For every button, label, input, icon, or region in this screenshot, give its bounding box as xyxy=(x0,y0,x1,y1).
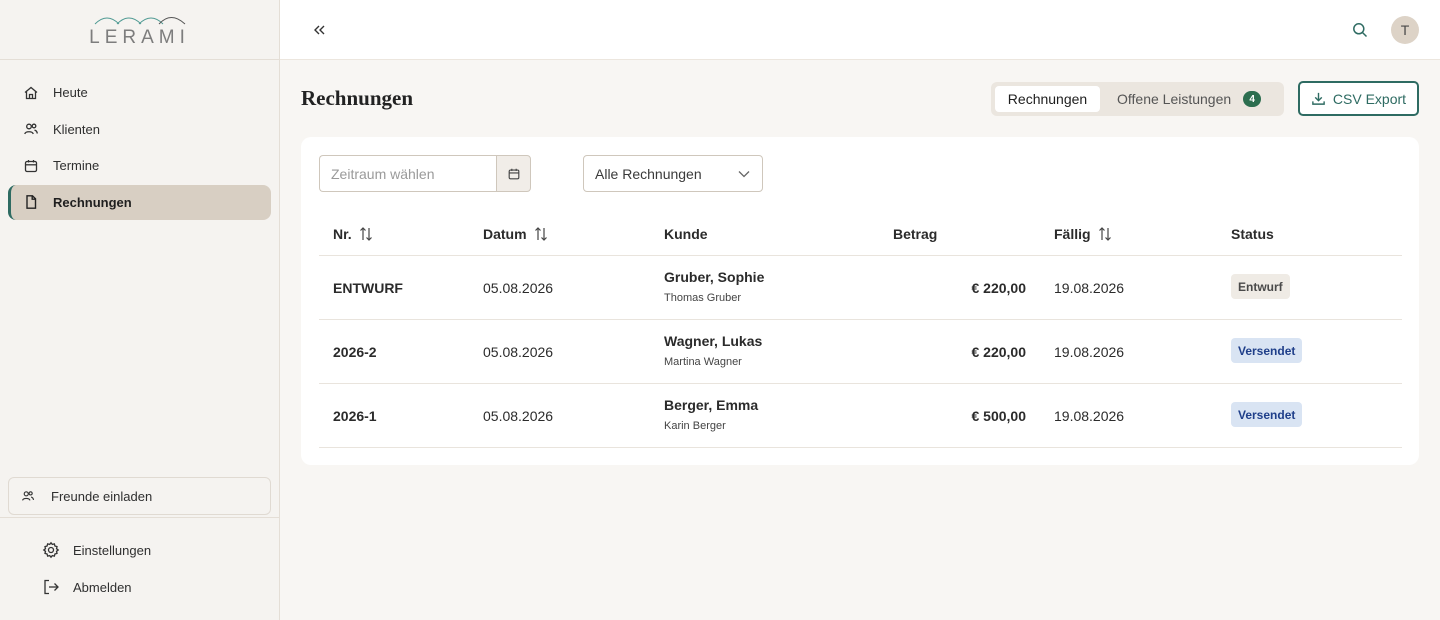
column-header-betrag: Betrag xyxy=(893,226,937,242)
sidebar-nav: Heute Klienten Termine Rechnungen xyxy=(8,75,271,221)
sidebar-item-termine[interactable]: Termine xyxy=(8,148,271,183)
csv-export-button[interactable]: CSV Export xyxy=(1298,81,1419,116)
users-icon xyxy=(21,489,35,503)
tab-label: Rechnungen xyxy=(1007,91,1088,107)
invoice-due-date: 19.08.2026 xyxy=(1054,344,1125,360)
chevron-down-icon xyxy=(738,169,750,179)
table-divider xyxy=(319,255,1402,256)
column-header-nr: Nr. xyxy=(333,226,373,242)
page-title: Rechnungen xyxy=(301,86,414,110)
sidebar-item-label: Klienten xyxy=(53,121,100,137)
column-header-faellig: Fällig xyxy=(1054,226,1112,242)
status-badge: Versendet xyxy=(1231,402,1303,427)
invoice-number: ENTWURF xyxy=(333,280,403,296)
gear-icon xyxy=(42,541,60,559)
topbar: T xyxy=(280,0,1440,60)
home-icon xyxy=(23,85,39,101)
logo[interactable]: LERAMI xyxy=(0,0,279,60)
calendar-picker-button[interactable] xyxy=(496,155,531,192)
calendar-icon xyxy=(23,158,39,174)
count-badge: 4 xyxy=(1243,91,1262,107)
collapse-sidebar-icon[interactable] xyxy=(311,22,327,38)
column-header-kunde: Kunde xyxy=(664,226,708,242)
avatar[interactable]: T xyxy=(1391,16,1419,44)
invoice-date: 05.08.2026 xyxy=(483,408,554,424)
table-divider xyxy=(319,447,1402,448)
column-header-label: Nr. xyxy=(333,226,352,242)
logo-arcs-icon xyxy=(94,17,186,25)
invoice-amount: € 220,00 xyxy=(971,344,1027,360)
invite-friends-label: Freunde einladen xyxy=(51,488,153,504)
sidebar: LERAMI Heute Klienten Termine Rechnungen xyxy=(0,0,280,620)
status-badge: Versendet xyxy=(1231,338,1303,363)
client-name: Wagner, Lukas xyxy=(664,333,763,349)
logout-icon xyxy=(42,578,60,596)
column-header-datum: Datum xyxy=(483,226,548,242)
column-header-label: Fällig xyxy=(1054,226,1091,242)
invoice-filter-value: Alle Rechnungen xyxy=(595,165,702,182)
status-badge: Entwurf xyxy=(1231,274,1290,299)
calendar-icon xyxy=(507,167,521,181)
table-divider xyxy=(319,383,1402,384)
settings-link[interactable]: Einstellungen xyxy=(42,540,151,560)
invoice-amount: € 220,00 xyxy=(971,280,1027,296)
date-range-input[interactable] xyxy=(319,155,496,192)
invoice-filter-select[interactable]: Alle Rechnungen xyxy=(583,155,763,192)
client-name: Gruber, Sophie xyxy=(664,269,765,285)
search-icon[interactable] xyxy=(1351,21,1369,39)
column-header-label: Datum xyxy=(483,226,527,242)
invite-friends-button[interactable]: Freunde einladen xyxy=(8,477,271,515)
sidebar-item-label: Rechnungen xyxy=(53,194,132,210)
sidebar-item-heute[interactable]: Heute xyxy=(8,75,271,110)
invoice-date: 05.08.2026 xyxy=(483,280,554,296)
sort-icon[interactable] xyxy=(359,226,373,242)
table-divider xyxy=(319,319,1402,320)
logout-label: Abmelden xyxy=(73,579,132,595)
tab-offene-leistungen[interactable]: Offene Leistungen 4 xyxy=(1117,86,1262,112)
csv-export-label: CSV Export xyxy=(1332,90,1407,107)
settings-label: Einstellungen xyxy=(73,542,152,558)
sort-icon[interactable] xyxy=(1098,226,1112,242)
column-header-label: Betrag xyxy=(893,226,938,242)
sidebar-item-klienten[interactable]: Klienten xyxy=(8,112,271,147)
view-tabs: Rechnungen Offene Leistungen 4 xyxy=(991,82,1284,116)
invoice-due-date: 19.08.2026 xyxy=(1054,408,1125,424)
sidebar-item-label: Termine xyxy=(53,158,100,173)
sidebar-item-label: Heute xyxy=(53,85,88,100)
logout-link[interactable]: Abmelden xyxy=(42,577,132,597)
sort-icon[interactable] xyxy=(534,226,548,242)
invoice-due-date: 19.08.2026 xyxy=(1054,280,1125,296)
invoice-date: 05.08.2026 xyxy=(483,344,554,360)
sidebar-item-rechnungen[interactable]: Rechnungen xyxy=(8,184,271,220)
invoices-card: Alle Rechnungen Nr. Datum Kunde Betrag F… xyxy=(301,137,1419,465)
column-header-status: Status xyxy=(1231,226,1274,242)
client-contact: Martina Wagner xyxy=(664,356,742,368)
tab-label: Offene Leistungen xyxy=(1117,91,1232,107)
logo-text: LERAMI xyxy=(89,26,190,48)
users-icon xyxy=(23,121,39,137)
invoice-number: 2026-1 xyxy=(333,408,377,424)
column-header-label: Kunde xyxy=(664,226,708,242)
client-contact: Thomas Gruber xyxy=(664,292,742,304)
client-name: Berger, Emma xyxy=(664,397,759,413)
download-icon xyxy=(1311,91,1326,106)
invoice-number: 2026-2 xyxy=(333,344,377,360)
tab-rechnungen[interactable]: Rechnungen xyxy=(995,86,1100,112)
client-contact: Karin Berger xyxy=(664,420,726,432)
sidebar-divider xyxy=(0,517,279,518)
document-icon xyxy=(23,194,39,210)
invoice-amount: € 500,00 xyxy=(971,408,1027,424)
column-header-label: Status xyxy=(1231,226,1274,242)
